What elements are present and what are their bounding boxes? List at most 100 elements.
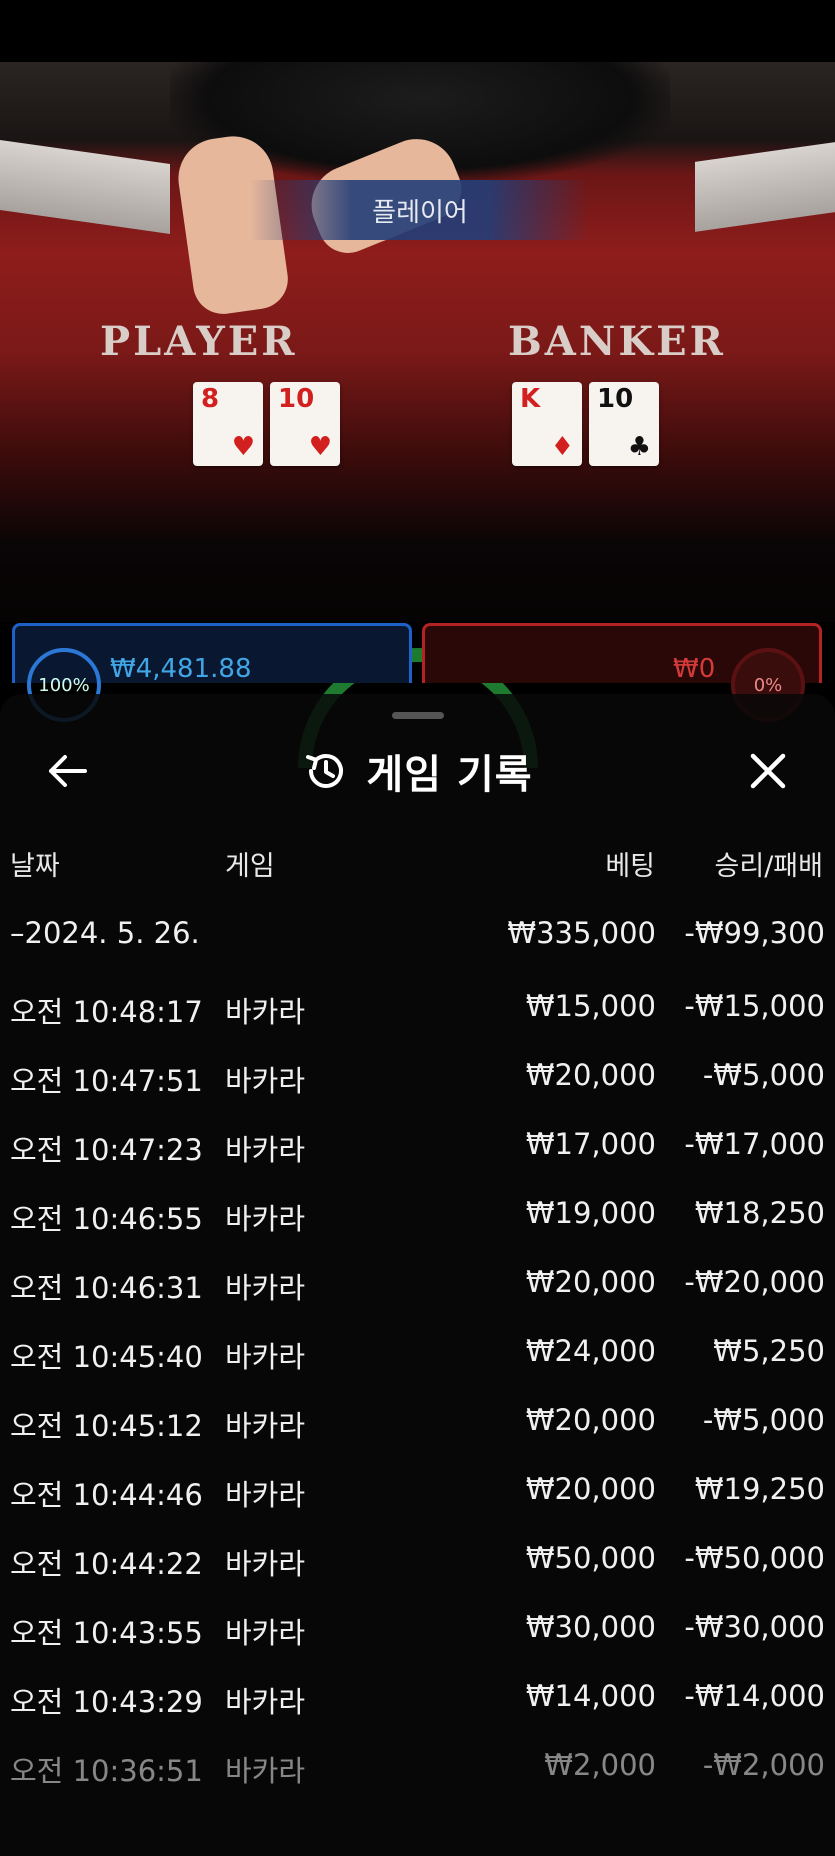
- row-time: 오전 10:47:51: [10, 1064, 203, 1098]
- banker-bet-amount: ₩0: [673, 654, 716, 684]
- heart-suit-icon: ♥: [231, 432, 255, 462]
- row-bet: ₩14,000: [525, 1679, 656, 1713]
- playing-card: 8 ♥: [193, 382, 263, 466]
- row-bet: ₩2,000: [544, 1748, 656, 1782]
- row-time: 오전 10:48:17: [10, 995, 203, 1029]
- history-row[interactable]: 오전 10:44:22 바카라 ₩50,000 -₩50,000: [0, 1529, 835, 1598]
- playing-card: K ♦: [512, 382, 582, 466]
- game-video-scene: 플레이어 PLAYER BANKER 8 ♥ 10 ♥ K ♦ 10 ♣: [0, 62, 835, 622]
- row-result: -₩15,000: [684, 989, 825, 1023]
- history-row[interactable]: 오전 10:45:40 바카라 ₩24,000 ₩5,250: [0, 1322, 835, 1391]
- card-rank: K: [520, 384, 541, 414]
- history-row[interactable]: 오전 10:36:51 바카라 ₩2,000 -₩2,000: [0, 1736, 835, 1805]
- history-row[interactable]: 오전 10:45:12 바카라 ₩20,000 -₩5,000: [0, 1391, 835, 1460]
- row-game: 바카라: [225, 1271, 306, 1305]
- close-button[interactable]: [741, 744, 795, 798]
- row-bet: ₩20,000: [525, 1058, 656, 1092]
- row-game: 바카라: [225, 1064, 306, 1098]
- row-game: 바카라: [225, 995, 306, 1029]
- date-summary-row[interactable]: –2024. 5. 26. ₩335,000 -₩99,300: [0, 904, 835, 977]
- row-result: -₩30,000: [684, 1610, 825, 1644]
- page-title: 게임 기록: [366, 752, 533, 798]
- diamond-suit-icon: ♦: [550, 432, 574, 462]
- heart-suit-icon: ♥: [308, 432, 332, 462]
- banker-bet-area[interactable]: ₩0 0%: [422, 623, 822, 722]
- history-list: –2024. 5. 26. ₩335,000 -₩99,300 오전 10:48…: [0, 904, 835, 1805]
- history-row[interactable]: 오전 10:43:55 바카라 ₩30,000 -₩30,000: [0, 1598, 835, 1667]
- player-bet-amount: ₩4,481.88: [110, 654, 252, 684]
- row-bet: ₩24,000: [525, 1334, 656, 1368]
- row-result: ₩5,250: [713, 1334, 825, 1368]
- summary-bet: ₩335,000: [507, 916, 656, 950]
- row-game: 바카라: [225, 1133, 306, 1167]
- history-row[interactable]: 오전 10:44:46 바카라 ₩20,000 ₩19,250: [0, 1460, 835, 1529]
- sheet-header: 게임 기록: [0, 734, 835, 804]
- row-bet: ₩17,000: [525, 1127, 656, 1161]
- row-game: 바카라: [225, 1409, 306, 1443]
- row-result: -₩5,000: [702, 1403, 825, 1437]
- row-result: -₩20,000: [684, 1265, 825, 1299]
- row-time: 오전 10:46:55: [10, 1202, 203, 1236]
- column-header-game: 게임: [225, 851, 275, 882]
- summary-result: -₩99,300: [684, 916, 825, 950]
- row-result: ₩19,250: [694, 1472, 825, 1506]
- history-row[interactable]: 오전 10:46:31 바카라 ₩20,000 -₩20,000: [0, 1253, 835, 1322]
- result-banner: 플레이어: [250, 180, 590, 240]
- row-result: -₩17,000: [684, 1127, 825, 1161]
- row-time: 오전 10:45:12: [10, 1409, 203, 1443]
- history-row[interactable]: 오전 10:43:29 바카라 ₩14,000 -₩14,000: [0, 1667, 835, 1736]
- row-bet: ₩20,000: [525, 1265, 656, 1299]
- row-time: 오전 10:45:40: [10, 1340, 203, 1374]
- status-bar: [0, 0, 835, 62]
- card-rank: 8: [201, 384, 220, 414]
- row-game: 바카라: [225, 1685, 306, 1719]
- row-time: 오전 10:47:23: [10, 1133, 203, 1167]
- playing-card: 10 ♥: [270, 382, 340, 466]
- table-cushion-left: [0, 140, 170, 234]
- history-row[interactable]: 오전 10:48:17 바카라 ₩15,000 -₩15,000: [0, 977, 835, 1046]
- row-game: 바카라: [225, 1547, 306, 1581]
- player-label: PLAYER: [100, 318, 298, 365]
- history-icon: [306, 754, 344, 788]
- row-game: 바카라: [225, 1616, 306, 1650]
- card-rank: 10: [278, 384, 315, 414]
- sheet-title-wrap: 게임 기록: [0, 742, 835, 800]
- history-row[interactable]: 오전 10:47:51 바카라 ₩20,000 -₩5,000: [0, 1046, 835, 1115]
- row-bet: ₩19,000: [525, 1196, 656, 1230]
- row-time: 오전 10:44:46: [10, 1478, 203, 1512]
- player-bet-area[interactable]: 100% ₩4,481.88: [12, 623, 412, 722]
- card-rank: 10: [597, 384, 634, 414]
- banker-label: BANKER: [508, 318, 726, 365]
- row-bet: ₩20,000: [525, 1472, 656, 1506]
- row-bet: ₩30,000: [525, 1610, 656, 1644]
- row-time: 오전 10:36:51: [10, 1754, 203, 1788]
- row-time: 오전 10:43:55: [10, 1616, 203, 1650]
- row-result: -₩50,000: [684, 1541, 825, 1575]
- table-cushion-right: [695, 142, 835, 232]
- row-result: -₩2,000: [702, 1748, 825, 1782]
- row-time: 오전 10:44:22: [10, 1547, 203, 1581]
- game-history-sheet: 게임 기록 날짜 게임 베팅 승리/패배 –2024. 5. 26. ₩335,…: [0, 694, 835, 1856]
- sheet-drag-handle[interactable]: [392, 712, 444, 719]
- club-suit-icon: ♣: [627, 432, 651, 462]
- row-time: 오전 10:46:31: [10, 1271, 203, 1305]
- history-row[interactable]: 오전 10:46:55 바카라 ₩19,000 ₩18,250: [0, 1184, 835, 1253]
- history-row[interactable]: 오전 10:47:23 바카라 ₩17,000 -₩17,000: [0, 1115, 835, 1184]
- summary-date: –2024. 5. 26.: [10, 916, 200, 950]
- row-game: 바카라: [225, 1754, 306, 1788]
- row-result: -₩5,000: [702, 1058, 825, 1092]
- column-header-bet: 베팅: [605, 851, 655, 882]
- row-result: ₩18,250: [694, 1196, 825, 1230]
- playing-card: 10 ♣: [589, 382, 659, 466]
- column-header-date: 날짜: [10, 851, 60, 882]
- row-bet: ₩50,000: [525, 1541, 656, 1575]
- row-game: 바카라: [225, 1478, 306, 1512]
- row-bet: ₩20,000: [525, 1403, 656, 1437]
- row-game: 바카라: [225, 1340, 306, 1374]
- row-result: -₩14,000: [684, 1679, 825, 1713]
- close-icon: [750, 753, 786, 789]
- row-game: 바카라: [225, 1202, 306, 1236]
- column-header-result: 승리/패배: [714, 851, 823, 882]
- row-bet: ₩15,000: [525, 989, 656, 1023]
- row-time: 오전 10:43:29: [10, 1685, 203, 1719]
